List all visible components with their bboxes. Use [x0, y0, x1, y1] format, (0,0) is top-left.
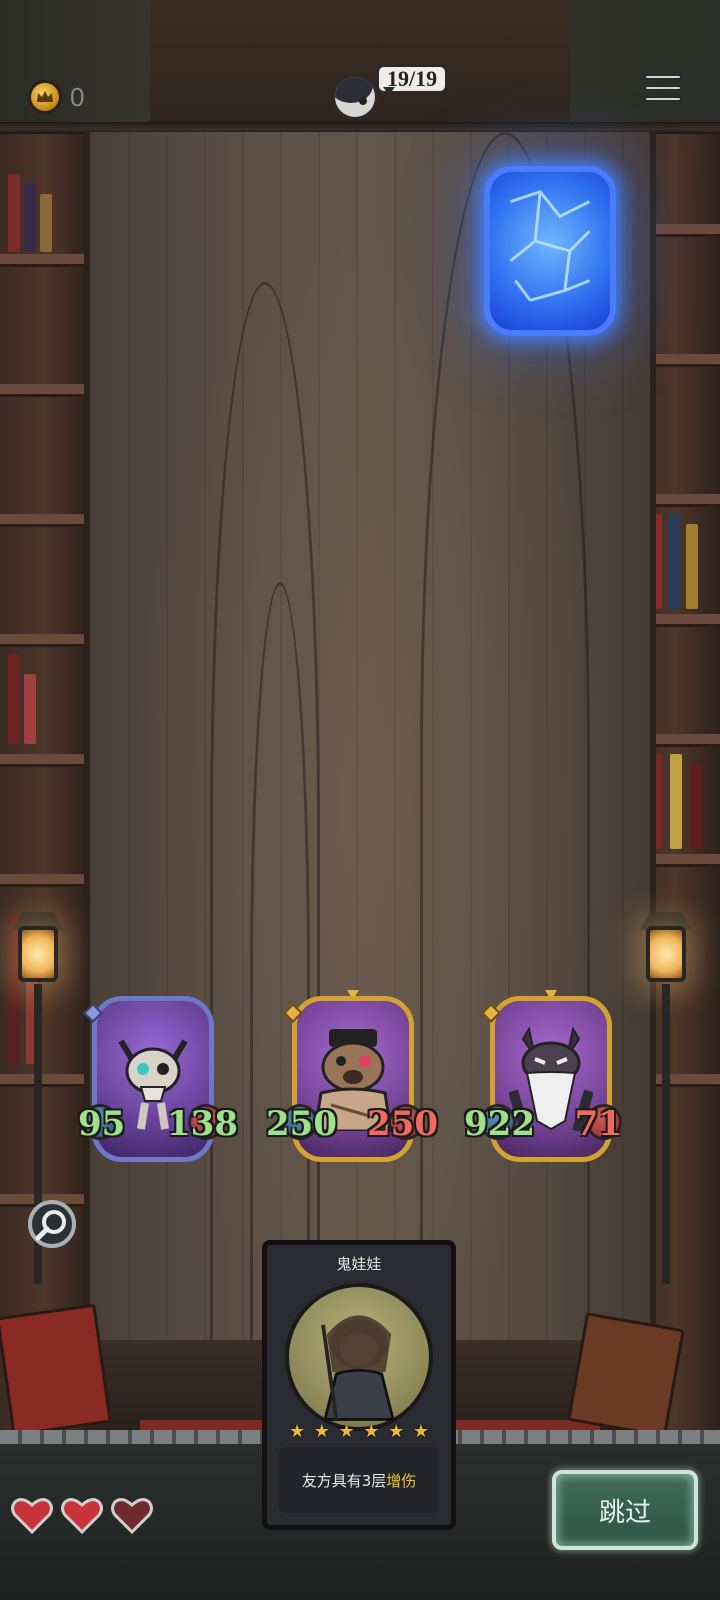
unit-health: 138 — [167, 1104, 238, 1144]
board-unit-3[interactable]: 922 71 — [464, 990, 622, 1166]
right-lantern — [636, 906, 696, 1284]
blue-card-deck-icon[interactable] — [484, 166, 616, 336]
left-lantern — [8, 906, 68, 1284]
lives-hearts — [10, 1496, 154, 1536]
star-icon: ★ — [289, 1421, 306, 1442]
coin-count: 0 — [70, 82, 85, 112]
left-book-pile — [0, 1303, 112, 1437]
skip-button[interactable]: 跳过 — [552, 1470, 698, 1550]
card-description-text: 友方具有3层 — [301, 1471, 387, 1490]
hand-card[interactable]: 鬼娃娃 ★ ★ ★ ★ ★ ★ 友方具有3层 增伤 — [262, 1240, 456, 1530]
unit-attack: 95 — [78, 1104, 126, 1144]
unit-health: 71 — [574, 1104, 622, 1144]
player-avatar[interactable] — [332, 74, 378, 120]
heart-full-icon — [10, 1496, 54, 1536]
card-description: 友方具有3层 增伤 — [279, 1447, 439, 1513]
star-icon: ★ — [388, 1421, 405, 1442]
board-unit-2[interactable]: 250 250 — [266, 990, 438, 1166]
crown-coin-icon — [28, 80, 62, 114]
right-book-pile — [567, 1312, 685, 1438]
heart-full-icon — [60, 1496, 104, 1536]
unit-attack: 922 — [464, 1104, 535, 1144]
star-icon: ★ — [338, 1421, 355, 1442]
star-icon: ★ — [313, 1421, 330, 1442]
magnifier-icon[interactable] — [28, 1200, 76, 1248]
card-keyword: 增伤 — [386, 1471, 417, 1490]
star-icon: ★ — [412, 1421, 429, 1442]
star-icon: ★ — [363, 1421, 380, 1442]
card-name: 鬼娃娃 — [336, 1255, 382, 1273]
unit-health: 250 — [367, 1104, 438, 1144]
heart-empty-icon — [110, 1496, 154, 1536]
card-star-rating: ★ ★ ★ ★ ★ ★ — [289, 1423, 429, 1441]
ghost-doll-portrait-icon — [285, 1283, 433, 1431]
unit-attack: 250 — [266, 1104, 337, 1144]
hamburger-menu-icon[interactable] — [644, 74, 682, 112]
player-hp-counter: 19/19 — [376, 64, 449, 95]
board-unit-1[interactable]: 95 138 — [78, 992, 238, 1166]
